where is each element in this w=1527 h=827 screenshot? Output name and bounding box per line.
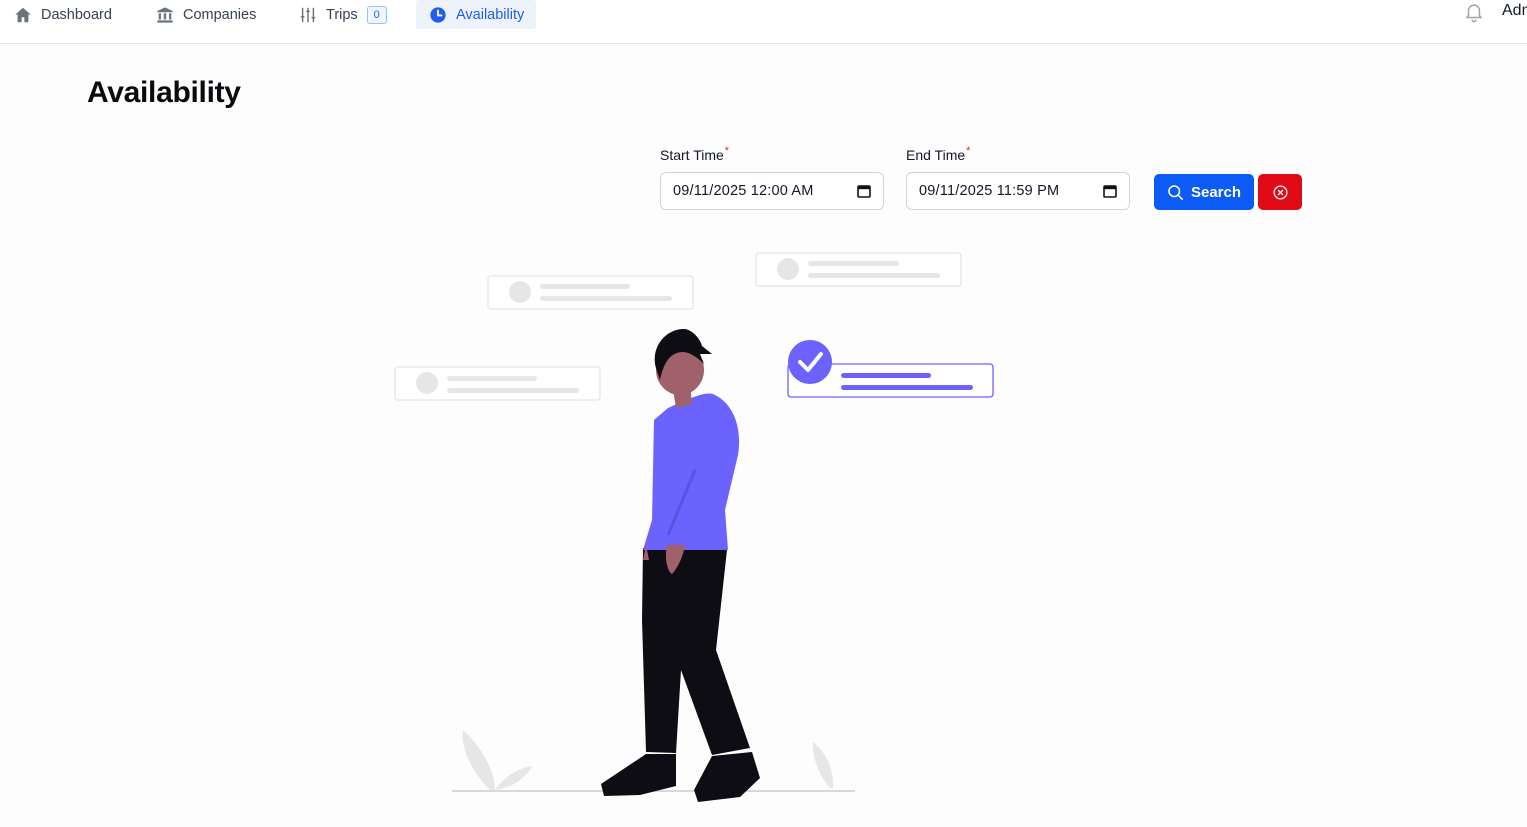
end-time-label: End Time* (906, 145, 971, 163)
start-time-label: Start Time* (660, 145, 730, 163)
nav-item-label: Companies (183, 6, 257, 23)
start-time-label-text: Start Time (660, 147, 724, 163)
placeholder-card (487, 275, 694, 310)
search-icon (1167, 184, 1184, 201)
empty-state-illustration (394, 252, 994, 802)
end-time-value: 09/11/2025 11:59 PM (919, 183, 1060, 199)
nav-item-label: Trips (326, 6, 358, 23)
search-button[interactable]: Search (1154, 174, 1254, 210)
placeholder-card (755, 252, 962, 287)
user-menu[interactable]: Admin (1502, 2, 1527, 20)
home-icon (14, 6, 32, 24)
selected-card (787, 340, 994, 398)
required-mark: * (966, 145, 971, 157)
nav-item-companies[interactable]: Companies (156, 0, 256, 29)
trips-count-badge: 0 (366, 5, 387, 24)
nav-item-label: Dashboard (41, 6, 112, 23)
person-figure (601, 328, 760, 802)
bank-icon (156, 6, 174, 24)
close-circle-icon (1272, 184, 1289, 201)
nav-item-trips[interactable]: Trips 0 (299, 0, 387, 29)
bell-icon[interactable] (1463, 1, 1485, 23)
sliders-icon (299, 6, 317, 24)
calendar-icon[interactable] (1103, 184, 1117, 198)
calendar-icon[interactable] (857, 184, 871, 198)
placeholder-card (394, 366, 601, 401)
page-title: Availability (87, 76, 241, 109)
end-time-label-text: End Time (906, 147, 966, 163)
nav-item-label: Availability (456, 6, 525, 23)
required-mark: * (724, 145, 730, 157)
clock-icon (429, 6, 447, 24)
search-button-label: Search (1190, 183, 1242, 201)
start-time-value: 09/11/2025 12:00 AM (673, 183, 814, 199)
nav-item-availability[interactable]: Availability (416, 0, 537, 29)
top-navigation: Dashboard Companies Trips 0 Availability… (0, 0, 1527, 44)
nav-item-dashboard[interactable]: Dashboard (14, 0, 112, 29)
clear-button[interactable] (1258, 174, 1302, 210)
end-time-input[interactable]: 09/11/2025 11:59 PM (906, 172, 1130, 210)
start-time-input[interactable]: 09/11/2025 12:00 AM (660, 172, 884, 210)
